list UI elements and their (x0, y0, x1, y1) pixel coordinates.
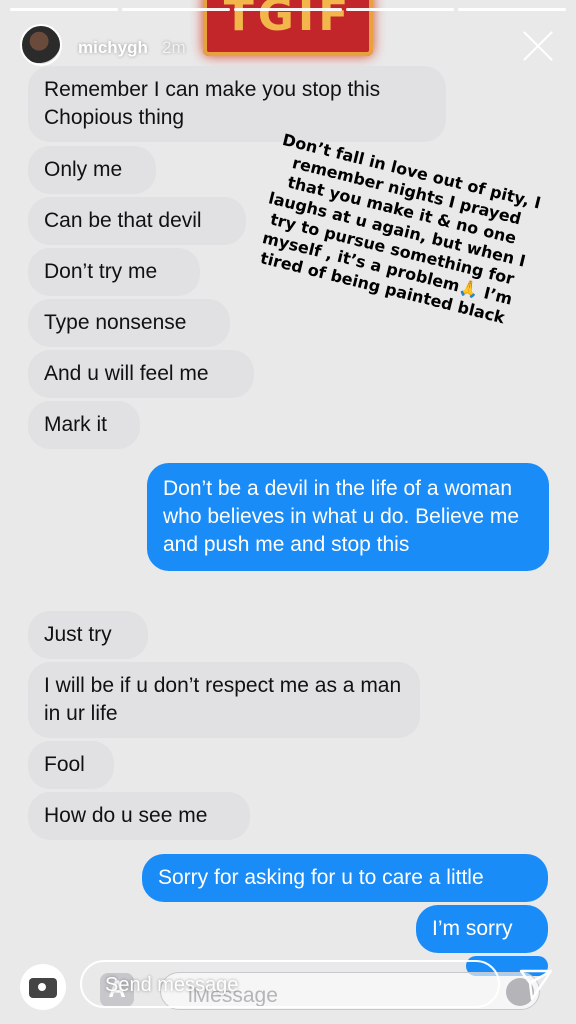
progress-segment (122, 8, 230, 11)
message-bubble-incoming: Type nonsense (28, 299, 230, 347)
message-bubble-incoming: How do u see me (28, 792, 250, 840)
message-bubble-outgoing: Don’t be a devil in the life of a woman … (147, 463, 549, 571)
message-bubble-incoming: Only me (28, 146, 156, 194)
story-username[interactable]: michygh (78, 38, 148, 58)
send-message-placeholder: Send message (105, 974, 239, 996)
message-bubble-incoming: Mark it (28, 401, 140, 449)
neon-sign-text: TGIF (223, 0, 353, 41)
progress-segment (346, 8, 454, 11)
message-bubble-incoming: Can be that devil (28, 197, 246, 245)
camera-lens (36, 981, 48, 993)
message-bubble-incoming: Don’t try me (28, 248, 200, 296)
message-bubble-outgoing: I’m sorry (416, 905, 548, 953)
progress-segment (234, 8, 342, 11)
progress-segment (458, 8, 566, 11)
close-icon[interactable] (522, 30, 554, 62)
message-bubble-outgoing: Sorry for asking for u to care a little (142, 854, 548, 902)
avatar[interactable] (20, 24, 62, 66)
message-bubble-incoming: Fool (28, 741, 114, 789)
message-bubble-incoming: I will be if u don’t respect me as a man… (28, 662, 420, 738)
message-bubble-incoming: Remember I can make you stop this Chopio… (28, 66, 446, 142)
camera-button[interactable] (20, 964, 66, 1010)
message-bubble-incoming: Just try (28, 611, 148, 659)
message-bubble-incoming: And u will feel me (28, 350, 254, 398)
story-progress-bar (10, 8, 566, 11)
story-caption: Don’t fall in love out of pity, I rememb… (258, 129, 543, 328)
story-time: 2m (162, 38, 186, 57)
direct-send-icon[interactable] (518, 966, 554, 1002)
progress-segment (10, 8, 118, 11)
